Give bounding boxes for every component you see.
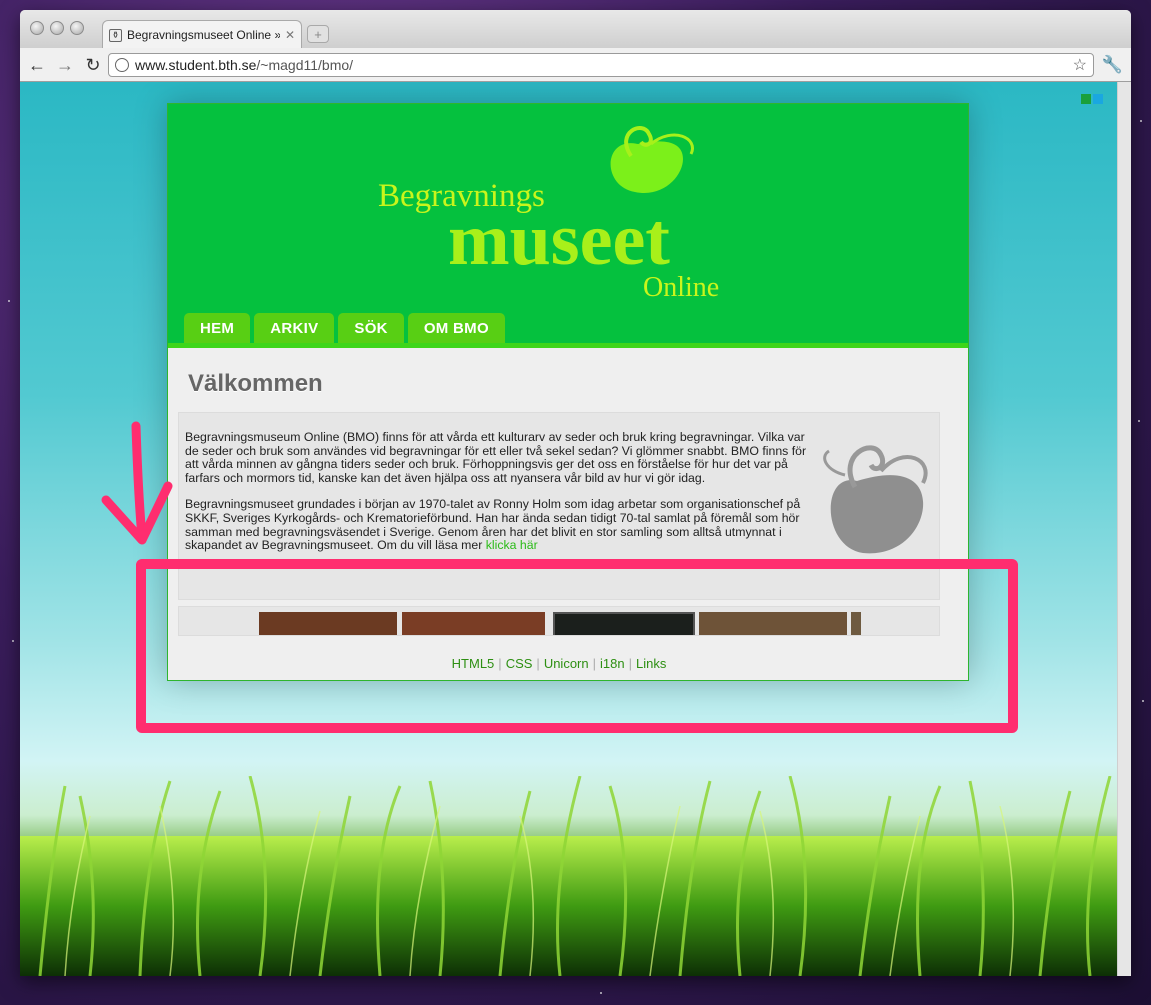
nav-item-om-bmo[interactable]: OM BMO <box>407 313 505 343</box>
globe-icon <box>115 58 129 72</box>
arrow-right-icon[interactable]: → <box>56 56 74 74</box>
address-bar[interactable]: www.student.bth.se/~magd11/bmo/ ☆ <box>108 53 1094 77</box>
nav-item-hem[interactable]: HEM <box>184 313 251 343</box>
grass-background <box>20 776 1117 976</box>
annotation-arrow-icon <box>101 421 173 545</box>
browser-window: ⚱ Begravningsmuseet Online » ✕ + ← → ↻ w… <box>20 10 1131 976</box>
logo-line-3: Online <box>643 272 719 303</box>
window-controls <box>30 21 84 35</box>
wrench-icon[interactable]: 🔧 <box>1102 55 1123 75</box>
annotation-highlight-box <box>136 559 1018 733</box>
main-nav: HEM ARKIV SÖK OM BMO <box>184 313 505 343</box>
corner-badges <box>1081 94 1103 104</box>
apple-watermark-icon <box>823 445 928 554</box>
intro-paragraph-1: Begravningsmuseum Online (BMO) finns för… <box>185 430 807 485</box>
nav-item-arkiv[interactable]: ARKIV <box>254 313 335 343</box>
site-header: Begravnings museet Online HEM ARKIV SÖK … <box>168 104 968 348</box>
tab-title: Begravningsmuseet Online » <box>127 28 280 42</box>
tab-strip: ⚱ Begravningsmuseet Online » ✕ + <box>20 10 1131 49</box>
star-icon[interactable]: ☆ <box>1073 55 1087 75</box>
close-window-button[interactable] <box>30 21 44 35</box>
site-logo[interactable]: Begravnings museet Online <box>373 114 753 304</box>
logo-line-2: museet <box>448 199 670 281</box>
zoom-window-button[interactable] <box>70 21 84 35</box>
nav-item-sok[interactable]: SÖK <box>338 313 404 343</box>
read-more-link[interactable]: klicka här <box>486 538 538 552</box>
apple-logo-icon <box>610 141 683 194</box>
page-title: Välkommen <box>188 370 323 397</box>
reload-icon[interactable]: ↻ <box>84 56 102 74</box>
tab-close-icon[interactable]: ✕ <box>285 28 295 42</box>
browser-toolbar: ← → ↻ www.student.bth.se/~magd11/bmo/ ☆ … <box>20 48 1131 82</box>
url-text[interactable]: www.student.bth.se/~magd11/bmo/ <box>135 57 1067 73</box>
vertical-scrollbar[interactable] <box>1117 82 1131 976</box>
page-viewport: Begravnings museet Online HEM ARKIV SÖK … <box>20 82 1117 976</box>
new-tab-button[interactable]: + <box>307 25 329 43</box>
minimize-window-button[interactable] <box>50 21 64 35</box>
page-favicon-icon: ⚱ <box>109 28 122 42</box>
browser-tab[interactable]: ⚱ Begravningsmuseet Online » ✕ <box>102 20 302 49</box>
arrow-left-icon[interactable]: ← <box>28 56 46 74</box>
intro-paragraph-2: Begravningsmuseet grundades i början av … <box>185 497 801 553</box>
